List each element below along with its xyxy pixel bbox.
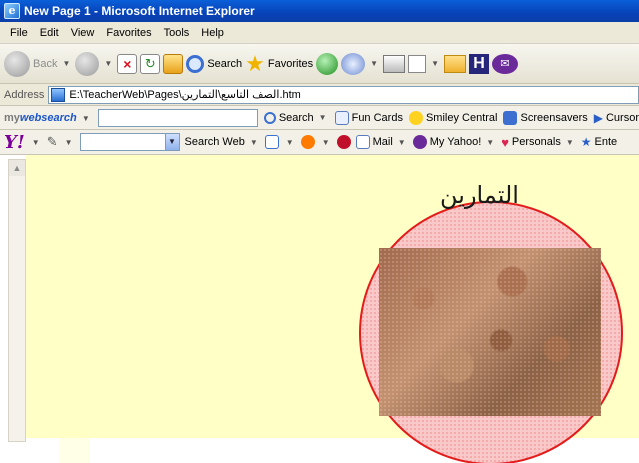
logo-dropdown-icon: ▼ [81,113,90,123]
fun-cards-label: Fun Cards [351,111,403,124]
smiley-central-label: Smiley Central [425,111,498,124]
pencil-dropdown-icon[interactable]: ▼ [65,138,73,147]
forward-button-icon[interactable] [75,51,100,76]
menu-edit[interactable]: Edit [34,25,65,41]
menu-file[interactable]: File [4,25,34,41]
search-web-button[interactable]: Search Web ▼ [185,136,260,148]
back-button[interactable]: Back [4,50,58,77]
search-history-dropdown-icon[interactable]: ▼ [164,134,179,150]
crosshair-icon[interactable] [300,135,315,149]
browser-content: ▲ التمارين [0,155,639,463]
vertical-scrollbar[interactable]: ▲ [8,159,26,442]
back-dropdown-icon[interactable]: ▼ [62,59,70,68]
crosshair-dropdown-icon[interactable]: ▼ [322,138,330,147]
address-value: E:\TeacherWeb\Pages\الصف التاسع\التمارين… [69,89,301,101]
mywebsearch-toolbar: mywebsearch ▼ Search ▼ Fun Cards Smiley … [0,106,639,130]
mail-label: Mail [372,136,393,148]
page-icon [51,87,66,102]
menu-bar: File Edit View Favorites Tools Help [0,22,639,44]
ie-app-icon: e [4,3,20,19]
cursor-button[interactable]: ▶ Cursor [594,111,639,125]
yahoo-dropdown-icon[interactable]: ▼ [32,138,40,147]
mywebsearch-logo-main: websearch [19,111,77,124]
favorites-button[interactable]: ★ Favorites [245,50,314,76]
home-icon[interactable] [163,53,184,74]
address-label: Address [4,88,45,101]
mywebsearch-search-button[interactable]: Search ▼ [263,111,329,124]
yahoo-messenger-icon[interactable]: ✉ [492,53,518,74]
stop-icon[interactable]: × [117,53,138,74]
title-bar: e New Page 1 - Microsoft Internet Explor… [0,0,639,22]
address-bar: Address E:\TeacherWeb\Pages\الصف التاسع\… [0,84,639,106]
yahoo-search-input[interactable]: ▼ [79,133,180,151]
screensavers-button[interactable]: Screensavers [503,110,588,125]
monitor-icon [503,110,518,125]
mail-icon[interactable] [341,52,366,75]
search-icon [186,54,205,73]
page-body-tail [60,438,90,463]
forest-photo [379,248,601,416]
photo-grid-overlay [379,248,601,416]
personals-button[interactable]: ♥ Personals ▼ [501,135,576,150]
search-label: Search [207,57,243,70]
personals-label: Personals [511,136,561,148]
smiley-icon [408,110,423,125]
audio-icon[interactable] [336,135,351,149]
entertainment-label: Ente [594,136,618,148]
yahoo-logo[interactable]: Y! [4,132,25,153]
edit-icon[interactable] [408,54,427,73]
mail-dropdown-icon[interactable]: ▼ [370,59,378,68]
cursor-icon: ▶ [593,110,603,125]
mws-search-label: Search [278,111,314,124]
yahoo-toolbar: Y! ▼ ✎ ▼ ▼ Search Web ▼ ▼ ▼ Mail ▼ My Ya… [0,130,639,155]
fun-cards-button[interactable]: Fun Cards [334,110,403,125]
refresh-icon[interactable]: ↻ [140,53,161,74]
smiley-central-button[interactable]: Smiley Central [408,110,498,125]
scroll-up-icon[interactable]: ▲ [9,160,25,176]
back-arrow-icon [4,50,30,77]
pencil-icon[interactable]: ✎ [47,134,58,150]
cursor-label: Cursor [605,111,639,124]
menu-favorites[interactable]: Favorites [100,25,157,41]
search-web-dropdown-icon: ▼ [249,137,258,147]
personals-dropdown-icon: ▼ [565,137,574,147]
back-label: Back [33,57,58,70]
star-icon: ★ [245,50,265,76]
page-tool-dropdown-icon[interactable]: ▼ [286,138,294,147]
menu-help[interactable]: Help [195,25,230,41]
forward-dropdown-icon[interactable]: ▼ [104,59,112,68]
mail-button[interactable]: Mail ▼ [355,135,408,149]
page-heading: التمارين [440,181,519,209]
mywebsearch-logo[interactable]: mywebsearch ▼ [4,112,92,124]
mail-dropdown-icon: ▼ [397,137,406,147]
page-tool-icon[interactable] [264,135,279,149]
entertainment-button[interactable]: ★ Ente [581,135,617,149]
my-yahoo-button[interactable]: My Yahoo! ▼ [412,135,497,149]
history-icon[interactable] [316,52,339,75]
fun-cards-icon [334,110,349,125]
menu-tools[interactable]: Tools [158,25,196,41]
mywebsearch-input[interactable] [97,108,258,127]
my-yahoo-icon [412,135,427,149]
envelope-icon [355,135,370,149]
screensavers-label: Screensavers [520,111,588,124]
star-icon: ★ [580,135,592,149]
edit-dropdown-icon[interactable]: ▼ [431,59,439,68]
my-yahoo-dropdown-icon: ▼ [486,137,495,147]
my-yahoo-label: My Yahoo! [429,136,482,148]
mywebsearch-logo-prefix: my [4,111,20,124]
window-title: New Page 1 - Microsoft Internet Explorer [24,4,255,18]
heart-icon: ♥ [501,134,509,150]
favorites-label: Favorites [267,57,314,70]
menu-view[interactable]: View [65,25,101,41]
address-field[interactable]: E:\TeacherWeb\Pages\الصف التاسع\التمارين… [48,85,639,104]
print-icon[interactable] [383,54,406,73]
search-button[interactable]: Search [186,54,243,73]
search-dropdown-icon: ▼ [318,113,327,122]
search-web-label: Search Web [184,136,245,148]
folder-icon[interactable] [444,54,466,73]
magnifier-icon [263,111,276,124]
h-tool-icon[interactable]: H [469,53,489,74]
standard-toolbar: Back ▼ ▼ × ↻ Search ★ Favorites ▼ ▼ H ✉ [0,44,639,84]
